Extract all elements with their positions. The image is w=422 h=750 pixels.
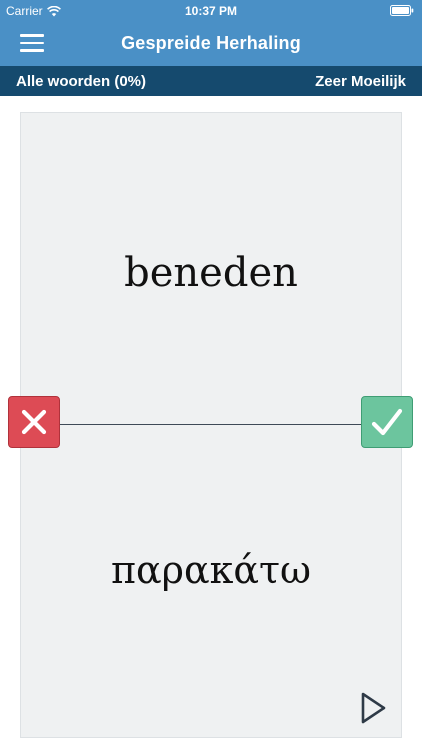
correct-answer-button[interactable] [361, 396, 413, 448]
play-audio-button[interactable] [358, 690, 390, 726]
x-icon [21, 409, 47, 435]
back-word: παρακάτω [110, 548, 312, 592]
page-title: Gespreide Herhaling [121, 33, 301, 53]
status-bar: Carrier 10:37 PM [0, 0, 422, 22]
difficulty-label: Zeer Moeilijk [315, 73, 406, 90]
front-word: beneden [124, 250, 298, 296]
card-divider [58, 424, 364, 425]
word-list-progress: Alle woorden (0%) [16, 73, 147, 90]
status-time: 10:37 PM [184, 4, 238, 18]
wrong-answer-button[interactable] [8, 396, 60, 448]
nav-bar: Gespreide Herhaling [0, 22, 422, 66]
app-header: Carrier 10:37 PM Gespreide Herhaling [0, 0, 422, 66]
progress-subheader: Alle woorden (0%) Zeer Moeilijk [0, 66, 422, 96]
battery-icon [390, 5, 414, 16]
flashcard[interactable] [20, 112, 402, 738]
checkmark-icon [371, 408, 403, 436]
play-icon [361, 692, 386, 724]
